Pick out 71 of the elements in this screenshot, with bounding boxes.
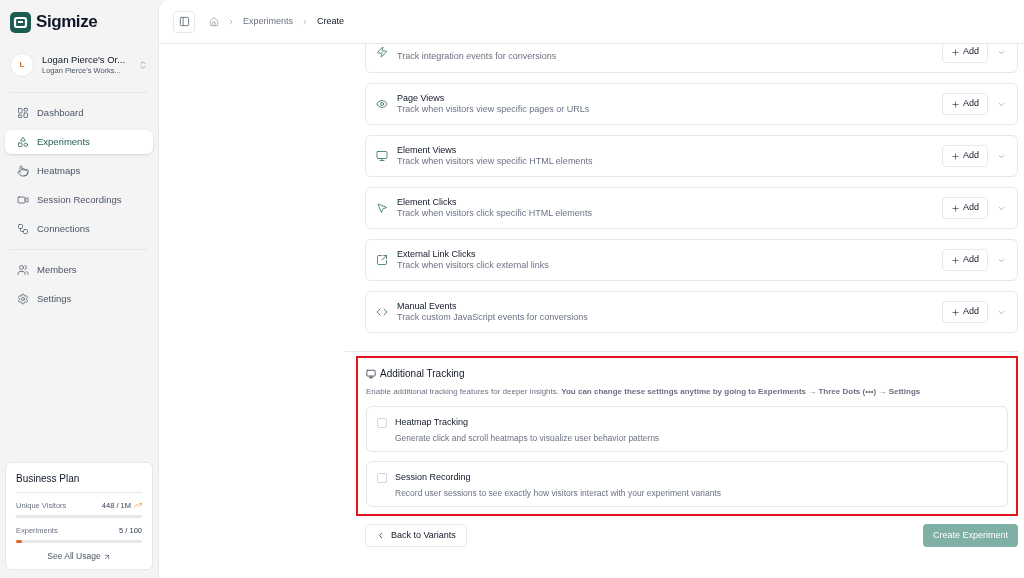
goal-title: Page Views [397, 92, 446, 104]
chevron-left-icon [376, 531, 385, 540]
external-link-icon [376, 254, 388, 266]
plus-icon [951, 203, 960, 213]
option-description: Record user sessions to see exactly how visitors interact with your experiment variants [395, 486, 721, 500]
plus-icon [951, 47, 960, 57]
add-button[interactable]: Add [942, 44, 988, 63]
goal-description: Track custom JavaScript events for conversions [397, 312, 589, 324]
nav-item[interactable]: Heatmaps [5, 159, 153, 183]
arrow-icon [102, 552, 111, 561]
logo-icon [10, 11, 31, 33]
option-description: Generate click and scroll heatmaps to visualize user behavior patterns [395, 431, 660, 445]
option-title: Session Recording [395, 471, 472, 484]
plus-icon [951, 99, 960, 109]
add-button[interactable]: Add [942, 249, 988, 271]
nav-item[interactable]: Experiments [5, 130, 153, 154]
chevron-icon [227, 17, 235, 26]
users-icon [17, 264, 29, 276]
nav-item[interactable]: Connections [5, 217, 153, 241]
section-description: Enable additional tracking features for deeper insights. You can change these settings anytime by going to Experiments → Three Dots (•••) → Settings [366, 386, 922, 398]
checkbox[interactable] [377, 418, 387, 428]
video-icon [17, 194, 29, 206]
zap-icon [376, 46, 388, 58]
sidebar-toggle[interactable] [173, 10, 195, 33]
dashboard-icon [17, 107, 29, 119]
see-usage-link[interactable]: See All Usage [47, 550, 111, 563]
eye-icon [376, 98, 388, 110]
monitor-icon [366, 368, 376, 379]
trend-icon [134, 501, 142, 510]
goal-description: Track integration events for conversions [397, 51, 558, 63]
brand-name: Sigmize [36, 11, 98, 34]
code-icon [376, 306, 388, 318]
goal-title: Element Views [397, 144, 458, 156]
option-title: Heatmap Tracking [395, 416, 470, 429]
shapes-icon [17, 136, 29, 148]
goal-description: Track when visitors click specific HTML elements [397, 208, 593, 220]
plus-icon [951, 307, 960, 317]
nav-item[interactable]: Session Recordings [5, 188, 153, 212]
goal-title: Manual Events [397, 300, 458, 312]
panel-icon [178, 16, 190, 27]
connections-icon [17, 223, 29, 235]
org-avatar: L [10, 53, 34, 77]
tracking-option[interactable]: Session Recording Record user sessions to see exactly how visitors interact with your experiment variants [366, 461, 1008, 507]
add-button[interactable]: Add [942, 301, 988, 323]
goal-title: Element Clicks [397, 196, 458, 208]
tracking-option[interactable]: Heatmap Tracking Generate click and scroll heatmaps to visualize user behavior patterns [366, 406, 1008, 452]
nav-item[interactable]: Settings [5, 287, 153, 311]
org-name: Logan Pierce's Or... [42, 54, 127, 67]
goal-description: Track when visitors view specific HTML elements [397, 156, 594, 168]
settings-icon [17, 293, 29, 305]
monitor-icon [376, 150, 388, 162]
back-button[interactable]: Back to Variants [365, 524, 467, 547]
checkbox[interactable] [377, 473, 387, 483]
plus-icon [951, 151, 960, 161]
breadcrumb[interactable]: Experiments [243, 14, 294, 29]
cursor-icon [376, 202, 388, 214]
home-icon[interactable] [209, 16, 219, 27]
goal-description: Track when visitors click external links [397, 260, 550, 272]
plan-title: Business Plan [16, 470, 142, 493]
plus-icon [951, 255, 960, 265]
section-title: Additional Tracking [380, 367, 465, 381]
chevrons-icon [138, 60, 148, 70]
goal-description: Track when visitors view specific pages or URLs [397, 104, 591, 116]
add-button[interactable]: Add [942, 145, 988, 167]
goal-title: External Link Clicks [397, 248, 477, 260]
hand-icon [17, 165, 29, 177]
add-button[interactable]: Add [942, 93, 988, 115]
nav-item[interactable]: Members [5, 258, 153, 282]
nav-item[interactable]: Dashboard [5, 101, 153, 125]
breadcrumb: Create [317, 14, 345, 28]
add-button[interactable]: Add [942, 197, 988, 219]
